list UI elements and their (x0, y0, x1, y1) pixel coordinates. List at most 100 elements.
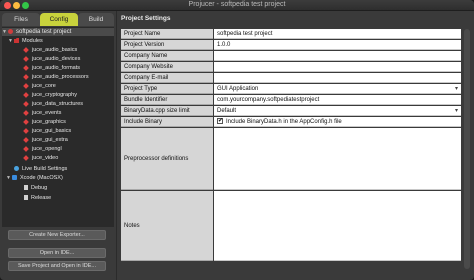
module-label: juce_audio_formats (32, 65, 81, 71)
tree-item-module[interactable]: juce_audio_devices (23, 55, 81, 63)
settings-row: Project Type GUI Application (121, 84, 461, 94)
setting-label: Bundle Identifier (121, 95, 213, 105)
app-window: Projucer - softpedia test project Files … (0, 0, 474, 280)
module-icon (23, 55, 29, 62)
save-and-open-ide-button[interactable]: Save Project and Open in IDE... (8, 261, 106, 271)
create-exporter-button[interactable]: Create New Exporter... (8, 230, 106, 240)
settings-row: Preprocessor definitions (121, 128, 461, 190)
tree-item-module[interactable]: juce_cryptography (23, 91, 77, 99)
tree-item-exporter[interactable]: ▼ Xcode (MacOSX) (6, 174, 63, 182)
module-icon (23, 136, 29, 143)
tree-item-module[interactable]: juce_events (23, 109, 62, 117)
tree-item-config-release[interactable]: Release (24, 194, 51, 202)
company-website-field[interactable] (214, 62, 461, 72)
settings-row: Company Website (121, 62, 461, 72)
tree-item-project[interactable]: ▼ softpedia test project (2, 28, 114, 36)
settings-row: BinaryData.cpp size limit Default (121, 106, 461, 116)
setting-label: Company E-mail (121, 73, 213, 83)
tree-item-module[interactable]: juce_opengl (23, 145, 62, 153)
setting-label: Project Version (121, 40, 213, 50)
project-version-field[interactable]: 1.0.0 (214, 40, 461, 50)
settings-panel: Project Settings Project Name softpedia … (117, 11, 474, 280)
module-label: juce_cryptography (32, 92, 77, 98)
module-icon (23, 118, 29, 125)
tree-item-modules[interactable]: ▼ Modules (8, 37, 43, 45)
module-icon (23, 82, 29, 89)
company-name-field[interactable] (214, 51, 461, 61)
settings-row: Notes (121, 191, 461, 261)
tree-item-config-debug[interactable]: Debug (24, 184, 47, 192)
module-label: juce_gui_extra (32, 137, 68, 143)
module-icon (23, 145, 29, 152)
setting-label: Project Name (121, 29, 213, 39)
notes-field[interactable] (214, 191, 461, 261)
module-label: juce_graphics (32, 119, 66, 125)
include-binary-row: ✔ Include BinaryData.h in the AppConfig.h… (214, 117, 461, 127)
module-icon (23, 100, 29, 107)
tree-item-module[interactable]: juce_audio_processors (23, 73, 89, 81)
tab-config[interactable]: Config (40, 13, 78, 26)
company-email-field[interactable] (214, 73, 461, 83)
config-label: Debug (31, 185, 48, 191)
settings-title: Project Settings (121, 15, 171, 22)
settings-row: Company E-mail (121, 73, 461, 83)
tree-item-module[interactable]: juce_audio_basics (23, 46, 78, 54)
include-binary-label: Include BinaryData.h in the AppConfig.h … (226, 119, 342, 125)
module-icon (23, 64, 29, 71)
module-icon (23, 73, 29, 80)
tab-build[interactable]: Build (78, 13, 114, 26)
tree-item-module[interactable]: juce_audio_formats (23, 64, 81, 72)
setting-label: Company Website (121, 62, 213, 72)
modules-label: Modules (22, 38, 43, 44)
module-label: juce_events (32, 110, 62, 116)
settings-row: Include Binary ✔ Include BinaryData.h in … (121, 117, 461, 127)
module-label: juce_video (32, 155, 59, 161)
config-label: Release (31, 195, 52, 201)
setting-label: BinaryData.cpp size limit (121, 106, 213, 116)
settings-row: Project Name softpedia test project (121, 29, 461, 39)
scrollbar[interactable] (464, 29, 470, 269)
config-tree: ▼ softpedia test project ▼ Modules juce_au… (2, 27, 114, 227)
setting-label: Company Name (121, 51, 213, 61)
setting-label: Include Binary (121, 117, 213, 127)
tree-item-module[interactable]: juce_data_structures (23, 100, 84, 108)
exporter-label: Xcode (MacOSX) (20, 175, 63, 181)
module-icon (23, 109, 29, 116)
module-icon (23, 127, 29, 134)
tree-item-live-build[interactable]: Live Build Settings (14, 165, 67, 173)
module-label: juce_audio_devices (32, 56, 81, 62)
module-label: juce_data_structures (32, 101, 84, 107)
folder-icon (14, 38, 19, 44)
preprocessor-definitions-field[interactable] (214, 128, 461, 190)
module-label: juce_opengl (32, 146, 62, 152)
xcode-icon (12, 175, 17, 181)
tab-files[interactable]: Files (2, 13, 40, 26)
open-in-ide-button[interactable]: Open in IDE... (8, 248, 106, 258)
module-label: juce_audio_basics (32, 47, 78, 53)
bundle-identifier-field[interactable]: com.yourcompany.softpediatestproject (214, 95, 461, 105)
setting-label: Preprocessor definitions (121, 128, 213, 190)
project-type-select[interactable]: GUI Application (214, 84, 461, 94)
module-label: juce_gui_basics (32, 128, 72, 134)
document-icon (24, 185, 28, 191)
tree-item-module[interactable]: juce_video (23, 154, 59, 162)
module-icon (23, 46, 29, 53)
tab-bar: Files Config Build (2, 13, 114, 26)
include-binary-checkbox[interactable]: ✔ (217, 118, 223, 125)
tree-item-module[interactable]: juce_core (23, 82, 56, 90)
tree-item-module[interactable]: juce_graphics (23, 118, 66, 126)
binarydata-size-select[interactable]: Default (214, 106, 461, 116)
setting-label: Project Type (121, 84, 213, 94)
title-bar: Projucer - softpedia test project (0, 0, 474, 11)
project-name-field[interactable]: softpedia test project (214, 29, 461, 39)
module-label: juce_audio_processors (32, 74, 89, 80)
tree-item-module[interactable]: juce_gui_extra (23, 136, 68, 144)
settings-icon (8, 28, 13, 34)
module-icon (23, 154, 29, 161)
settings-row: Bundle Identifier com.yourcompany.softpe… (121, 95, 461, 105)
window-title: Projucer - softpedia test project (188, 1, 286, 8)
tree-item-module[interactable]: juce_gui_basics (23, 127, 72, 135)
module-icon (23, 91, 29, 98)
chevron-down-icon[interactable]: ▼ (8, 37, 14, 45)
live-build-label: Live Build Settings (22, 166, 68, 172)
